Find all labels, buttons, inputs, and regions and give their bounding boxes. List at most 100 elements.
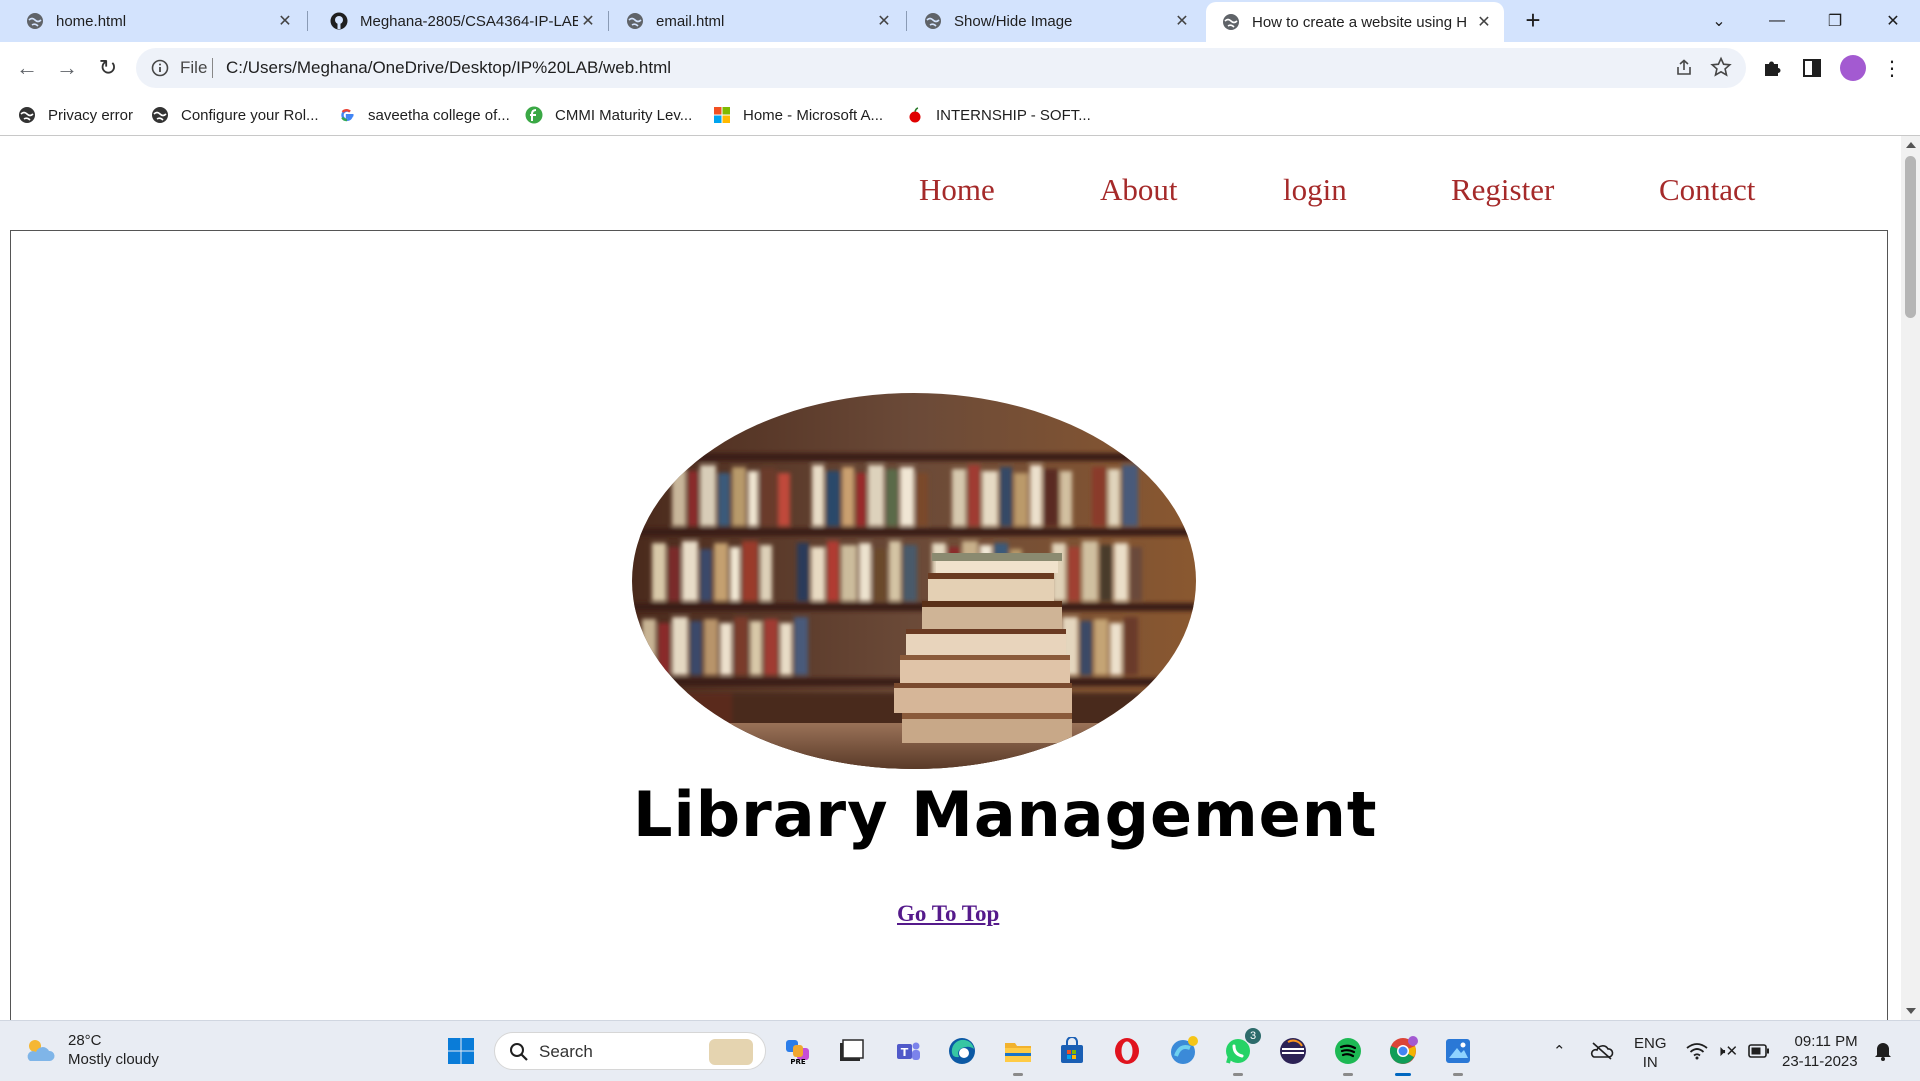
tab-close-icon[interactable]: ✕ xyxy=(275,11,295,31)
tab-github[interactable]: Meghana-2805/CSA4364-IP-LAB ✕ xyxy=(304,0,608,42)
tab-close-icon[interactable]: ✕ xyxy=(1474,12,1494,32)
tray-chevron-icon[interactable]: ⌃ xyxy=(1553,1021,1566,1081)
minimize-icon[interactable]: — xyxy=(1748,0,1806,42)
opera-icon[interactable] xyxy=(1110,1034,1144,1068)
region-code: IN xyxy=(1642,1054,1658,1071)
library-photo-graphic xyxy=(632,393,1196,769)
notification-bell-icon[interactable] xyxy=(1874,1021,1892,1081)
weather-widget[interactable]: 28°C Mostly cloudy xyxy=(22,1031,159,1069)
svg-text:PRE: PRE xyxy=(790,1058,806,1066)
edge-dev-icon[interactable] xyxy=(1166,1034,1200,1068)
bookmark-star-icon[interactable] xyxy=(1710,56,1732,78)
reload-icon[interactable]: ↻ xyxy=(94,54,122,82)
tab-home-html[interactable]: home.html ✕ xyxy=(0,0,305,42)
copilot-icon[interactable]: PRE xyxy=(781,1034,815,1068)
windows-start-icon[interactable] xyxy=(447,1037,475,1065)
file-viewer-icon[interactable] xyxy=(833,1034,867,1068)
globe-icon xyxy=(19,107,35,123)
tab-close-icon[interactable]: ✕ xyxy=(874,11,894,31)
restore-icon[interactable]: ❐ xyxy=(1806,0,1864,42)
side-panel-icon[interactable] xyxy=(1800,56,1824,80)
whatsapp-icon[interactable]: 3 xyxy=(1221,1028,1261,1076)
input-language[interactable]: ENG IN xyxy=(1634,1034,1667,1072)
battery-icon[interactable] xyxy=(1748,1021,1770,1081)
edge-icon[interactable] xyxy=(945,1034,979,1068)
system-clock[interactable]: 09:11 PM 23-11-2023 xyxy=(1782,1032,1858,1072)
volume-muted-icon[interactable]: 🕨✕ xyxy=(1716,1021,1738,1081)
library-books-image xyxy=(632,393,1196,769)
nav-link-home[interactable]: Home xyxy=(919,172,995,208)
globe-icon xyxy=(627,13,643,29)
info-icon[interactable] xyxy=(150,58,170,78)
svg-text:T: T xyxy=(901,1046,909,1059)
onedrive-offline-icon[interactable] xyxy=(1590,1021,1614,1081)
running-indicator xyxy=(1233,1073,1243,1076)
back-arrow-icon[interactable]: ← xyxy=(13,54,41,82)
share-icon[interactable] xyxy=(1674,58,1694,78)
scroll-up-arrow-icon[interactable] xyxy=(1906,142,1916,148)
menu-kebab-icon[interactable]: ⋮ xyxy=(1878,54,1906,82)
address-url[interactable]: C:/Users/Meghana/OneDrive/Desktop/IP%20L… xyxy=(226,58,671,78)
scrollbar-thumb[interactable] xyxy=(1905,156,1916,318)
site-nav: Home About login Register Contact xyxy=(0,136,1901,230)
tab-active-website[interactable]: How to create a website using H ✕ xyxy=(1206,2,1504,42)
extensions-puzzle-icon[interactable] xyxy=(1760,56,1784,80)
teams-icon[interactable]: T xyxy=(891,1034,925,1068)
bookmarks-bar: Privacy error Configure your Rol... save… xyxy=(0,94,1920,136)
tab-title: Show/Hide Image xyxy=(954,12,1073,30)
bookmark-item[interactable]: saveetha college of... xyxy=(338,104,510,126)
windows-taskbar: 28°C Mostly cloudy Search PRE T 3 ⌃ ENG … xyxy=(0,1020,1920,1081)
taskbar-search[interactable]: Search xyxy=(494,1032,766,1070)
bookmark-item[interactable]: Home - Microsoft A... xyxy=(713,104,883,126)
bookmark-item[interactable]: Privacy error xyxy=(18,104,133,126)
new-tab-plus-icon[interactable]: + xyxy=(1520,7,1546,34)
browser-toolbar: ← → ↻ File C:/Users/Meghana/OneDrive/Des… xyxy=(0,42,1920,94)
bookmark-item[interactable]: CMMI Maturity Lev... xyxy=(525,104,692,126)
cmmi-icon xyxy=(525,106,543,124)
globe-icon xyxy=(1223,14,1239,30)
tab-close-icon[interactable]: ✕ xyxy=(578,11,598,31)
tab-close-icon[interactable]: ✕ xyxy=(1172,11,1192,31)
microsoft-icon xyxy=(714,107,730,123)
bookmark-item[interactable]: INTERNSHIP - SOFT... xyxy=(906,104,1091,126)
tab-title: home.html xyxy=(56,12,127,30)
running-indicator xyxy=(1453,1073,1463,1076)
close-window-icon[interactable]: ✕ xyxy=(1864,0,1920,42)
globe-icon xyxy=(27,13,43,29)
globe-icon xyxy=(152,107,168,123)
nav-link-login[interactable]: login xyxy=(1283,172,1347,208)
profile-avatar[interactable] xyxy=(1840,55,1866,81)
tab-email-html[interactable]: email.html ✕ xyxy=(600,0,904,42)
spotify-icon[interactable] xyxy=(1331,1034,1365,1076)
address-divider xyxy=(212,58,213,78)
forward-arrow-icon[interactable]: → xyxy=(53,54,81,82)
tab-show-hide-image[interactable]: Show/Hide Image ✕ xyxy=(898,0,1202,42)
nav-link-register[interactable]: Register xyxy=(1451,172,1554,208)
bookmark-label: Configure your Rol... xyxy=(181,106,319,124)
search-icon xyxy=(510,1043,528,1061)
page-title: Library Management xyxy=(633,778,1378,851)
tab-search-chevron-icon[interactable]: ⌄ xyxy=(1690,0,1748,42)
scroll-down-arrow-icon[interactable] xyxy=(1906,1008,1916,1014)
clock-date: 23-11-2023 xyxy=(1782,1053,1858,1070)
running-indicator xyxy=(1013,1073,1023,1076)
chrome-icon[interactable] xyxy=(1386,1034,1420,1076)
apple-icon xyxy=(909,107,921,123)
eclipse-icon[interactable] xyxy=(1276,1034,1310,1068)
go-to-top-link[interactable]: Go To Top xyxy=(897,901,999,927)
nav-link-about[interactable]: About xyxy=(1100,172,1178,208)
wifi-icon[interactable] xyxy=(1686,1021,1708,1081)
nav-link-contact[interactable]: Contact xyxy=(1659,172,1755,208)
tab-strip: home.html ✕ Meghana-2805/CSA4364-IP-LAB … xyxy=(0,0,1920,42)
address-bar[interactable]: File C:/Users/Meghana/OneDrive/Desktop/I… xyxy=(136,48,1746,88)
paint-icon[interactable] xyxy=(1441,1034,1475,1076)
bookmark-item[interactable]: Configure your Rol... xyxy=(151,104,319,126)
page-scrollbar[interactable] xyxy=(1901,136,1920,1020)
bookmark-label: CMMI Maturity Lev... xyxy=(555,106,693,124)
store-icon[interactable] xyxy=(1055,1034,1089,1068)
file-explorer-icon[interactable] xyxy=(1001,1034,1035,1076)
language-code: ENG xyxy=(1634,1035,1667,1052)
clock-time: 09:11 PM xyxy=(1794,1033,1858,1050)
google-icon xyxy=(341,108,354,122)
taskbar-search-label: Search xyxy=(539,1042,593,1061)
